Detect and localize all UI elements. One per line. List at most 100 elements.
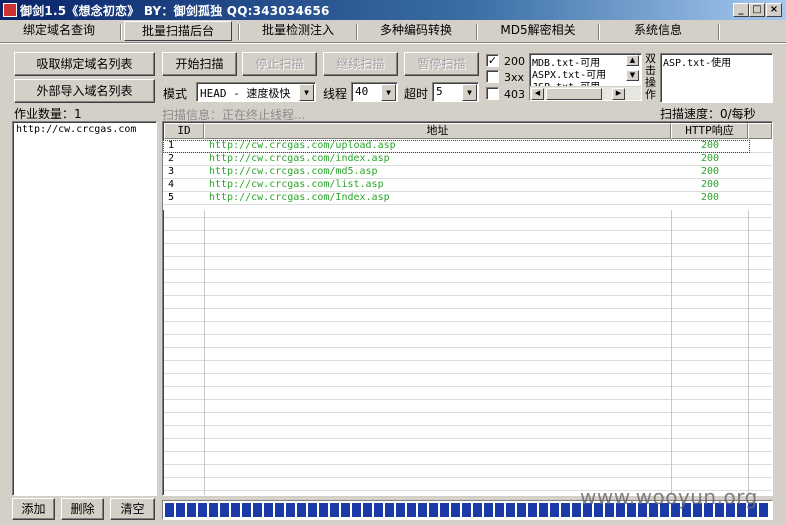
progress-block [451,503,460,517]
horizontal-scrollbar[interactable]: ◀ ▶ [530,86,641,100]
mode-select[interactable]: HEAD - 速度极快 ▼ [196,82,316,102]
tab-batch-scan[interactable]: 批量扫描后台 [124,21,232,41]
scroll-right-icon[interactable]: ▶ [612,88,625,100]
progress-block [198,503,207,517]
domain-list-item[interactable]: http://cw.crcgas.com [16,124,136,135]
column-header-filler [748,123,772,139]
tab-separator [238,24,240,40]
filter-403-checkbox[interactable] [486,87,499,100]
table-row[interactable]: 3 http://cw.crcgas.com/md5.asp 200 [163,166,772,179]
progress-block [550,503,559,517]
progress-block [418,503,427,517]
progress-block [473,503,482,517]
progress-block [352,503,361,517]
resume-scan-button[interactable]: 继续扫描 [323,52,398,76]
scroll-up-icon[interactable]: ▲ [626,55,639,66]
progress-block [165,503,174,517]
filter-200-checkbox[interactable]: ✓ [486,54,499,67]
watermark: www.wooyun.org [580,485,758,509]
progress-block [385,503,394,517]
dictionary-list[interactable]: MDB.txt-可用 ASPX.txt-可用 JSP.txt-可用 ▲ ▼ ◀ … [529,53,642,101]
check-icon: ✓ [487,54,498,67]
progress-block [429,503,438,517]
column-header-id[interactable]: ID [164,123,204,139]
progress-block [242,503,251,517]
progress-block [363,503,372,517]
fetch-domains-button[interactable]: 吸取绑定域名列表 [14,52,155,76]
mode-select-value: HEAD - 速度极快 [200,87,291,100]
stop-scan-button[interactable]: 停止扫描 [242,52,317,76]
scroll-down-icon[interactable]: ▼ [626,70,639,81]
delete-button[interactable]: 删除 [61,498,104,520]
scroll-left-icon[interactable]: ◀ [531,88,544,100]
progress-block [264,503,273,517]
selected-dictionary-item[interactable]: ASP.txt-使用 [663,54,731,69]
tab-separator [476,24,478,40]
progress-block [319,503,328,517]
chevron-down-icon[interactable]: ▼ [381,84,396,101]
mode-label: 模式 [163,87,188,101]
results-table[interactable]: ID 地址 HTTP响应 1 http://cw.crcgas.com/uplo… [162,121,773,496]
filter-3xx-label: 3xx [504,71,525,84]
threads-select[interactable]: 40 ▼ [351,82,398,102]
tab-divider [0,42,786,44]
progress-block [275,503,284,517]
filter-3xx-checkbox[interactable] [486,70,499,83]
job-count-label: 作业数量：1 [14,107,82,121]
progress-block [341,503,350,517]
table-row[interactable]: 4 http://cw.crcgas.com/list.asp 200 [163,179,772,192]
title-bar: 御剑1.5《想念初恋》 BY：御剑孤独 QQ:343034656 _ □ × [0,0,786,20]
minimize-button[interactable]: _ [733,3,749,17]
timeout-select-value: 5 [436,85,443,98]
maximize-button[interactable]: □ [749,3,765,17]
progress-block [176,503,185,517]
tab-encoding[interactable]: 多种编码转换 [368,21,464,41]
table-row[interactable]: 5 http://cw.crcgas.com/Index.asp 200 [163,192,772,205]
progress-block [374,503,383,517]
column-header-url[interactable]: 地址 [204,123,671,139]
progress-block [440,503,449,517]
progress-block [286,503,295,517]
timeout-label: 超时 [404,87,429,101]
chevron-down-icon[interactable]: ▼ [299,84,314,101]
close-button[interactable]: × [766,3,782,17]
threads-label: 线程 [323,87,348,101]
progress-block [209,503,218,517]
start-scan-button[interactable]: 开始扫描 [162,52,237,76]
timeout-select[interactable]: 5 ▼ [432,82,479,102]
domain-list[interactable]: http://cw.crcgas.com [12,121,157,496]
progress-block [220,503,229,517]
pause-scan-button[interactable]: 暂停扫描 [404,52,479,76]
progress-block [561,503,570,517]
column-header-http[interactable]: HTTP响应 [671,123,748,139]
progress-block [517,503,526,517]
tab-domain-query[interactable]: 绑定域名查询 [12,21,106,41]
filter-403-label: 403 [504,88,525,101]
progress-block [539,503,548,517]
table-body: 1 http://cw.crcgas.com/upload.asp 200 2 … [163,140,772,210]
add-button[interactable]: 添加 [12,498,55,520]
threads-select-value: 40 [355,85,369,98]
window-title: 御剑1.5《想念初恋》 BY：御剑孤独 QQ:343034656 [20,4,330,18]
progress-block [407,503,416,517]
scroll-thumb[interactable] [546,88,602,100]
double-click-hint: 双 击 操 作 [645,52,656,101]
tab-system-info[interactable]: 系统信息 [610,21,706,41]
progress-block [253,503,262,517]
tab-separator [598,24,600,40]
tab-md5[interactable]: MD5解密相关 [490,21,586,41]
progress-block [462,503,471,517]
chevron-down-icon[interactable]: ▼ [462,84,477,101]
selected-dictionary-list[interactable]: ASP.txt-使用 [660,53,773,103]
filter-200-label: 200 [504,55,525,68]
progress-block [396,503,405,517]
progress-block [759,503,768,517]
app-icon [3,3,17,17]
tab-batch-injection[interactable]: 批量检测注入 [250,21,346,41]
import-domains-button[interactable]: 外部导入域名列表 [14,79,155,103]
row-focus-outline [163,140,750,153]
progress-block [484,503,493,517]
progress-block [528,503,537,517]
clear-button[interactable]: 清空 [110,498,155,520]
table-row[interactable]: 2 http://cw.crcgas.com/index.asp 200 [163,153,772,166]
